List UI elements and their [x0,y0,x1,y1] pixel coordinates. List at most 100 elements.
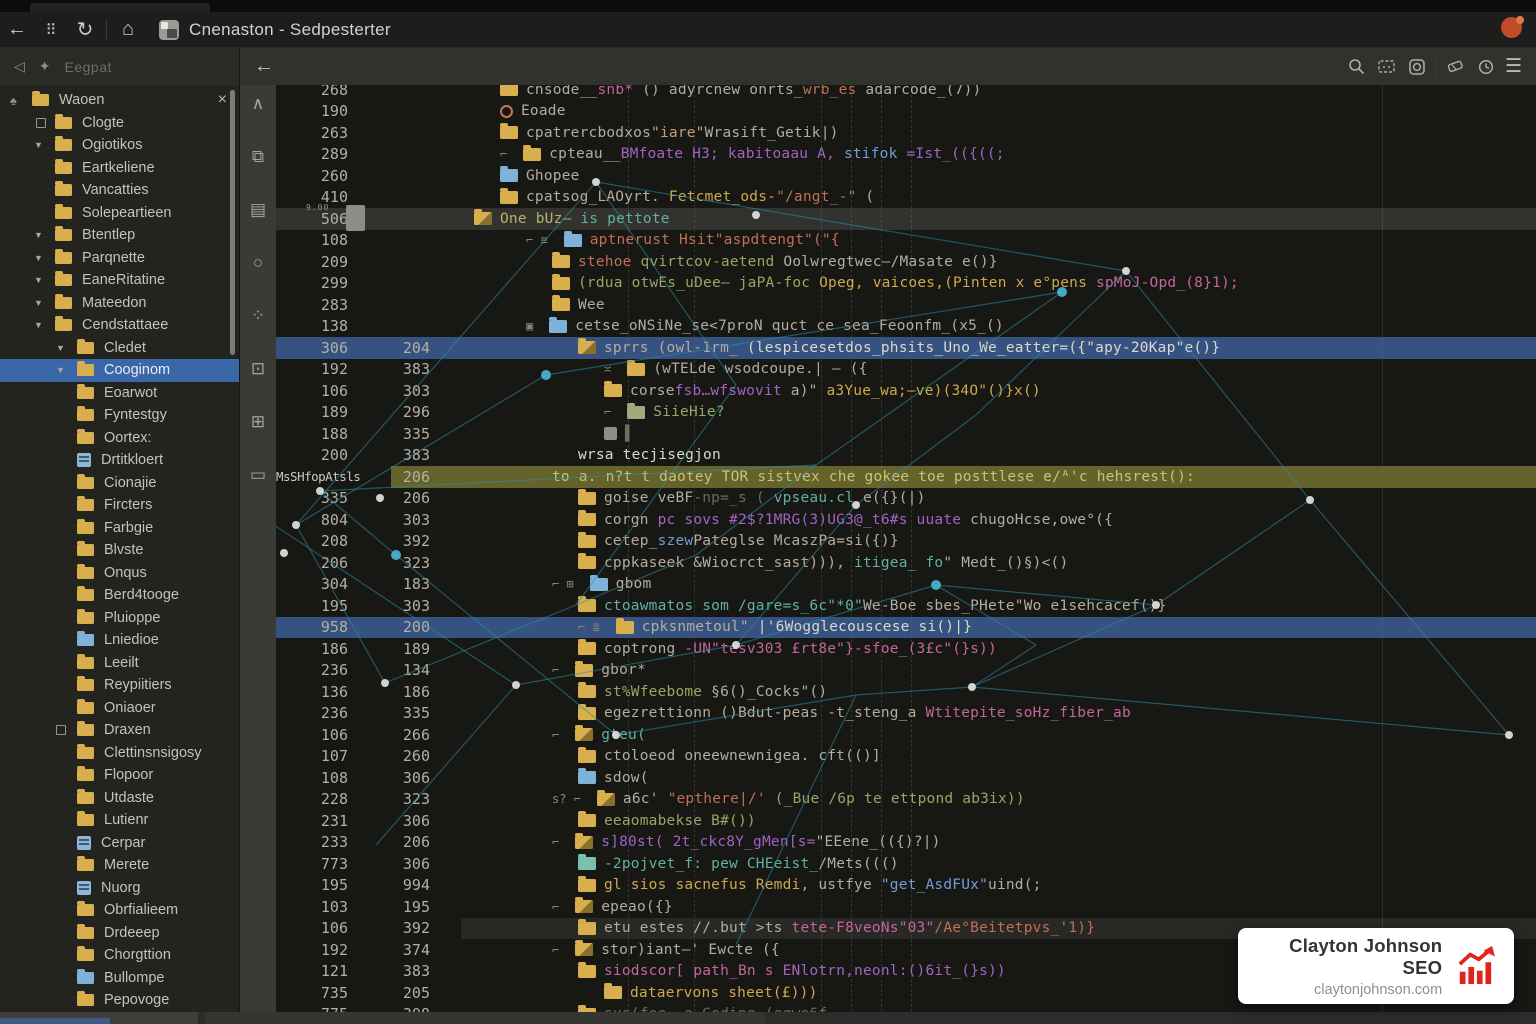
panel-star-icon[interactable]: ✦ [39,58,51,75]
panel-play-icon[interactable]: ◁ [14,58,25,75]
code-line[interactable]: 306 204 sprrs (owl-1rm_ (lespicesetdos_phs… [276,337,1536,359]
code-line[interactable]: 195 994 gl sios sacnefus Remdi, ustfye "ge… [276,875,1536,897]
tree-item-merete[interactable]: Merete [0,854,239,877]
code-line[interactable]: 209 stehoe qvirtcov-aetend Oolwregtwec—/M… [276,251,1536,273]
horizontal-scrollbar[interactable] [0,1012,1536,1024]
code-line[interactable]: 236 335 egezrettionn ()Bdut-peas -t_steng_… [276,703,1536,725]
code-line[interactable]: 103 195 ⌐ epeao({} [276,896,1536,918]
code-line[interactable]: 304 183 ⌐ ⊞ gbom [276,574,1536,596]
code-line[interactable]: 231 306 eeaomabekse B#()) [276,810,1536,832]
code-line[interactable]: 335 206 goise veBF-np=_s ( vpseau.cl e({}(… [276,488,1536,510]
fold-icon[interactable]: ⌐ ≡ [526,233,548,247]
tree-item-lutienr[interactable]: Lutienr [0,809,239,832]
checkbox-icon[interactable] [36,117,46,128]
tree-item-drtitkloert[interactable]: Drtitkloert [0,449,239,472]
chevron-down-icon[interactable]: ▼ [34,320,43,330]
tree-item-btentlep[interactable]: ▼ Btentlep [0,224,239,247]
code-line[interactable]: 106 303 corsefsb…wfswovit a)" a3Yue_wa;—ve… [276,380,1536,402]
code-line[interactable]: 228 323 s? ⌐ a6c' "epthere|/' (_Bue /6p te … [276,789,1536,811]
tree-item-clogte[interactable]: Clogte [0,112,239,135]
scrollbar-thumb[interactable] [205,1012,765,1024]
tree-item-eoarwot[interactable]: Eoarwot [0,382,239,405]
code-line[interactable]: 260 Ghopee [276,165,1536,187]
tree-item-blvste[interactable]: Blvste [0,539,239,562]
fold-icon[interactable]: ⌐ [552,728,559,742]
tag-icon[interactable] [1441,54,1471,80]
tree-item-cendstattaee[interactable]: ▼ Cendstattaee [0,314,239,337]
code-line[interactable]: 189 296 ⌐ SiieHie? [276,402,1536,424]
crop-frame-icon[interactable] [1372,54,1402,80]
tree-item-cooginom[interactable]: ▼ Cooginom [0,359,239,382]
tree-item-lniedioe[interactable]: Lniedioe [0,629,239,652]
chevron-down-icon[interactable]: ▼ [34,140,43,150]
code-line[interactable]: 233 206 ⌐ s]80st( 2t_ckc8Y_gMen[s="EEene_((… [276,832,1536,854]
code-editor[interactable]: 268 cnsode__snb* () adyrcnew onrts_wrb_es… [276,85,1536,1012]
fold-icon[interactable]: ⌐ [552,835,559,849]
tree-item-oortex:[interactable]: Oortex: [0,427,239,450]
reload-icon[interactable]: ↻ [68,17,102,42]
code-line[interactable]: 138 ▣ cetse_oNSiNe_se<7proN quct ce sea_Fe… [276,316,1536,338]
fold-icon[interactable]: ▣ [526,319,533,333]
code-line[interactable]: 299 (rdua otwEs_uDee— jaPA-foc Opeg, vaic… [276,273,1536,295]
code-line[interactable]: 186 189 coptrong -UN"tesv303 £rt8e"}-sfoe_… [276,638,1536,660]
code-line[interactable]: 192 383 ≍ (wTELde wsodcoupe.| — ({ [276,359,1536,381]
tree-item-farbgie[interactable]: Farbgie [0,517,239,540]
checkbox-icon[interactable] [56,725,66,736]
code-line[interactable]: 263 cpatrercbodxos"iare"Wrasift_Getik|) [276,122,1536,144]
tree-item-eaneritatine[interactable]: ▼ EaneRitatine [0,269,239,292]
tree-item-cionajie[interactable]: Cionajie [0,472,239,495]
code-line[interactable]: 108 ⌐ ≡ aptnerust Hsit"aspdtengt"("{ [276,230,1536,252]
profile-avatar[interactable] [1501,16,1524,38]
code-line[interactable]: MsSHfopAtsls 206 to a. n?t t daotey TOR si… [276,466,1536,488]
sidebar-scrollbar[interactable] [230,90,235,355]
chevron-down-icon[interactable]: ▼ [34,253,43,263]
code-line[interactable]: 410 cpatsog_LAOyrt. Fetcmet_ods-"/angt_-"… [276,187,1536,209]
code-line[interactable]: 195 303 ctoawmatos som /gare=s_6c"*0"We-Bo… [276,595,1536,617]
search-icon[interactable] [1342,54,1372,80]
browser-tab[interactable] [30,3,210,12]
fold-icon[interactable]: ⌐ [552,943,559,957]
tree-item-nuorg[interactable]: Nuorg [0,877,239,900]
rail-icon-5[interactable]: ⊡ [251,360,265,377]
tree-item-cerpar[interactable]: Cerpar [0,832,239,855]
code-line[interactable]: 283 Wee [276,294,1536,316]
code-line[interactable]: 190 Eoade [276,101,1536,123]
tree-item-pluioppe[interactable]: Pluioppe [0,607,239,630]
code-line[interactable]: 773 306 -2pojvet_f: pew CHEeist_/Mets((() [276,853,1536,875]
grid-icon[interactable]: ⠿ [34,21,68,39]
chevron-down-icon[interactable]: ▼ [34,275,43,285]
tree-item-obrfialieem[interactable]: Obrfialieem [0,899,239,922]
rail-icon-0[interactable]: ∧ [252,95,264,112]
tree-item-bullompe[interactable]: Bullompe [0,967,239,990]
chevron-down-icon[interactable]: ▼ [34,230,43,240]
code-line[interactable]: 206 323 cppkaseek &Wiocrct_sast))), itigea… [276,552,1536,574]
fold-icon[interactable]: s? ⌐ [552,792,581,806]
code-line[interactable]: 289 ⌐ cpteau__BMfoate H3; kabitoaau A, sti… [276,144,1536,166]
tree-item-utdaste[interactable]: Utdaste [0,787,239,810]
tree-item-solepeartieen[interactable]: Solepeartieen [0,202,239,225]
tree-item-mateedon[interactable]: ▼ Mateedon [0,292,239,315]
close-icon[interactable]: × [218,91,227,109]
editor-back-icon[interactable]: ← [254,55,274,78]
rail-icon-6[interactable]: ⊞ [251,413,265,430]
tree-item-pepovoge[interactable]: Pepovoge [0,989,239,1012]
code-line[interactable]: 775308sus(foe_ a Gedine (eqwo6f [276,1004,1536,1012]
rail-icon-4[interactable]: ⁘ [251,307,265,324]
fold-icon[interactable]: ⌐ ≣ [578,620,600,634]
home-icon[interactable]: ⌂ [111,18,145,41]
tree-item-draxen[interactable]: Draxen [0,719,239,742]
tree-item-parqnette[interactable]: ▼ Parqnette [0,247,239,270]
fold-icon[interactable]: ⌐ [552,663,559,677]
tree-item-clettinsnsigosy[interactable]: Clettinsnsigosy [0,742,239,765]
tree-item-leeilt[interactable]: Leeilt [0,652,239,675]
boxed-letter-icon[interactable] [1402,54,1432,80]
rail-icon-1[interactable]: ⧉ [252,148,264,165]
code-line[interactable]: 804 303 corgn pc sovs #2$?1MRG(3)UG3@_t6#s… [276,509,1536,531]
menu-icon[interactable]: ☰ [1505,55,1522,78]
code-line[interactable]: 958 200 ⌐ ≣ cpksnmetoul" |'6Wogglecouscese … [276,616,1536,638]
tree-item-eartkeliene[interactable]: Eartkeliene [0,157,239,180]
rail-icon-3[interactable]: ○ [253,254,263,271]
chevron-down-icon[interactable]: ▼ [34,298,43,308]
fold-icon[interactable]: ≍ [604,362,611,376]
rail-icon-2[interactable]: ▤ [250,201,266,218]
